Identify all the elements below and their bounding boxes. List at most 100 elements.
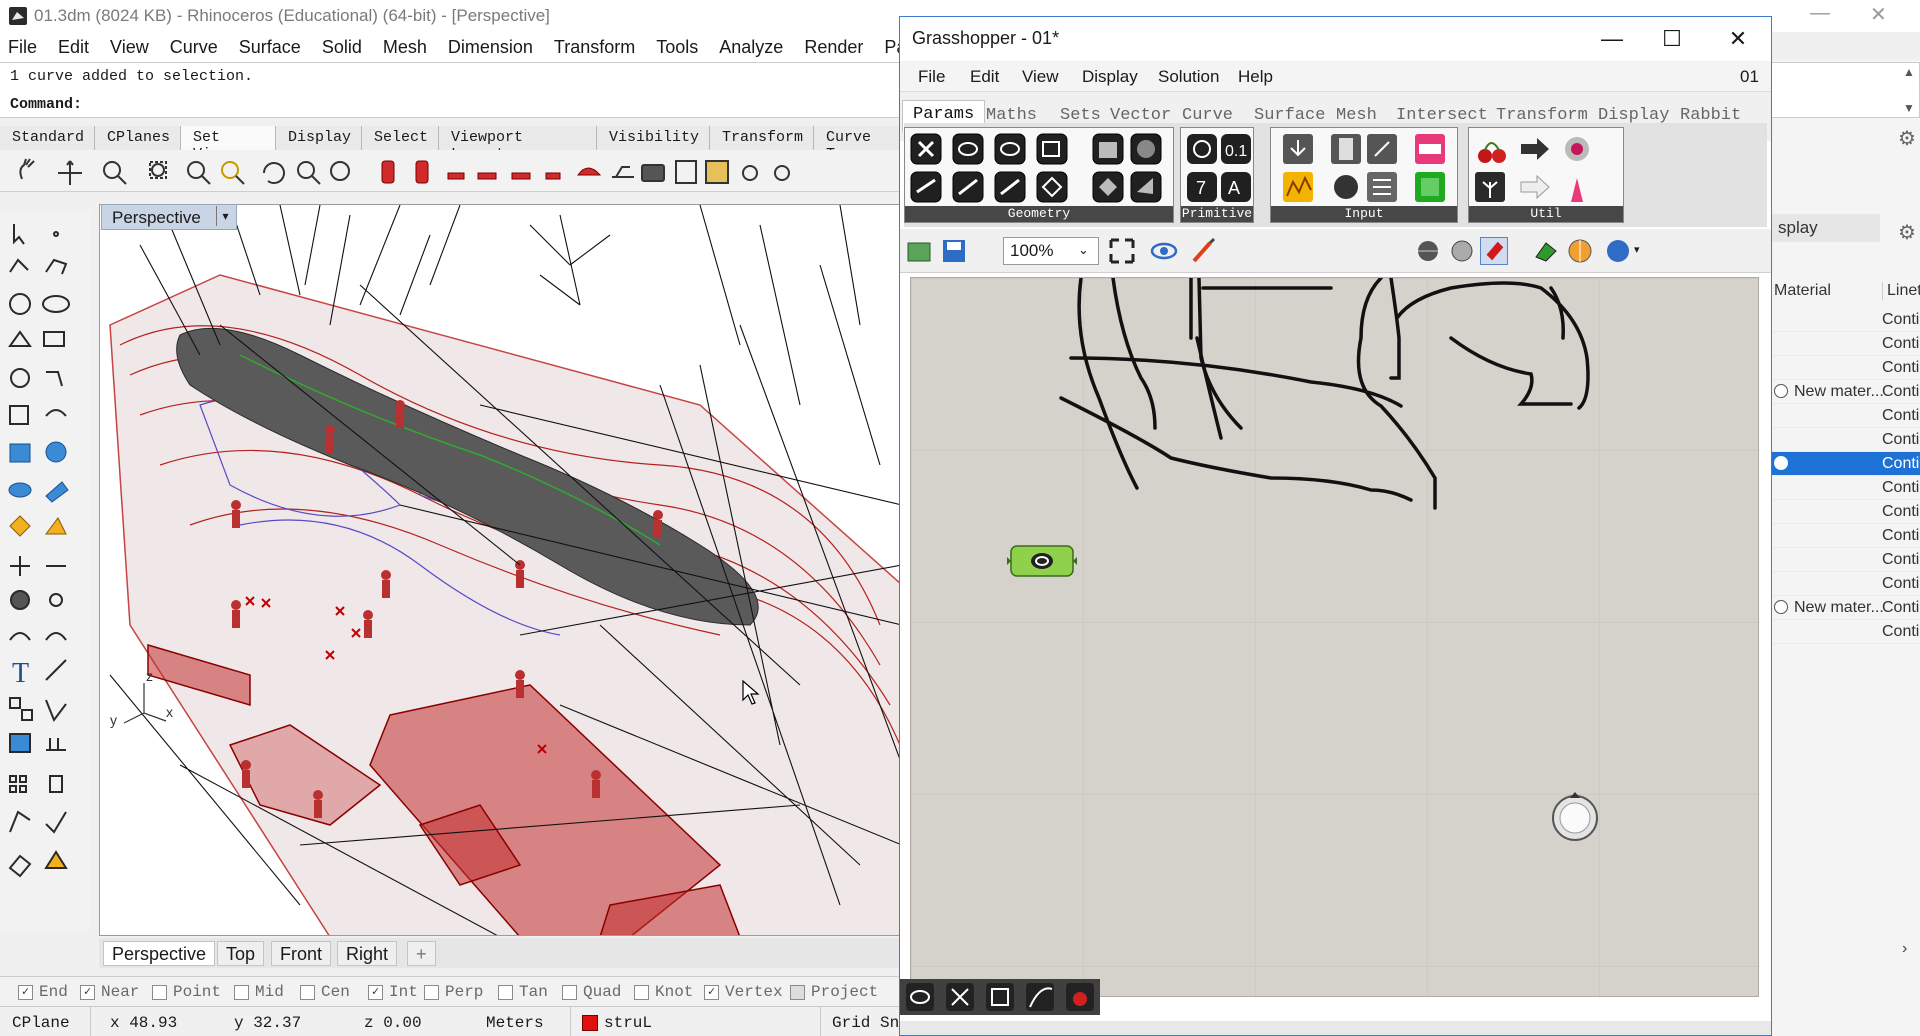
save-file-icon[interactable] [940,237,968,265]
vptab-front[interactable]: Front [271,941,332,966]
main-tool-icons[interactable]: T [4,220,88,930]
menu-view[interactable]: View [110,37,149,58]
menu-dimension[interactable]: Dimension [448,37,533,58]
tab-standard[interactable]: Standard [0,126,96,150]
minimize-icon[interactable]: — [1810,2,1830,25]
tab-curve-tools[interactable]: Curve T [814,126,900,163]
layer-row[interactable]: Contir [1770,428,1920,452]
view-tool-icons[interactable] [12,155,872,189]
gh-menu-file[interactable]: File [918,67,945,87]
material-swatch-icon[interactable] [1774,600,1788,614]
gh-canvas[interactable] [910,276,1760,998]
util-param-icons[interactable] [1473,132,1623,204]
menu-curve[interactable]: Curve [170,37,218,58]
layer-row[interactable]: Contir [1770,572,1920,596]
layer-row[interactable]: Contir [1770,476,1920,500]
osnap-knot[interactable]: Knot [634,983,693,1001]
layer-row[interactable]: Contir [1770,620,1920,644]
panel-gear-icon[interactable]: ⚙ [1898,126,1916,151]
gh-quick-tool-icons[interactable] [906,983,1096,1011]
layer-row[interactable]: Contir [1770,524,1920,548]
layer-row[interactable]: Contir [1770,332,1920,356]
header-material[interactable]: Material [1774,282,1831,300]
gh-minimize-button[interactable]: — [1592,25,1632,53]
gh-menu-help[interactable]: Help [1238,67,1273,87]
menu-mesh[interactable]: Mesh [383,37,427,58]
zoom-extents-icon[interactable] [1108,237,1136,265]
menu-edit[interactable]: Edit [58,37,89,58]
mesh-quality-icon[interactable] [1532,237,1560,265]
sphere-preview-icon[interactable] [1604,237,1632,265]
layer-row[interactable]: Contir [1770,404,1920,428]
vptab-right[interactable]: Right [337,941,398,966]
osnap-cen[interactable]: Cen [300,983,350,1001]
osnap-project[interactable]: Project [790,983,878,1001]
tab-visibility[interactable]: Visibility [597,126,710,150]
sphere-dropdown-icon[interactable]: ▾ [1634,243,1640,256]
command-prompt[interactable]: Command: [10,96,82,113]
panel-tab-display[interactable]: splay [1770,214,1880,242]
scroll-up-icon[interactable]: ▲ [1903,65,1915,79]
layer-row[interactable]: New mater...Contir [1770,596,1920,620]
tab-set-view[interactable]: Set View [181,126,276,163]
material-swatch-icon[interactable] [1774,384,1788,398]
status-cplane[interactable]: CPlane [12,1014,70,1032]
tab-viewport-layout[interactable]: Viewport Layout [439,126,597,163]
gh-close-button[interactable]: ✕ [1718,25,1758,53]
scroll-down-icon[interactable]: ▼ [1903,101,1915,115]
gh-menu-view[interactable]: View [1022,67,1059,87]
osnap-point[interactable]: Point [152,983,221,1001]
osnap-perp[interactable]: Perp [424,983,483,1001]
menu-render[interactable]: Render [804,37,863,58]
material-swatch-icon[interactable] [1774,456,1788,470]
osnap-mid[interactable]: Mid [234,983,284,1001]
gh-maximize-button[interactable]: ☐ [1652,25,1692,53]
menu-file[interactable]: File [8,37,37,58]
vptab-top[interactable]: Top [217,941,265,966]
tab-select[interactable]: Select [362,126,440,150]
layer-row[interactable]: Conti [1770,452,1920,476]
gh-menu-edit[interactable]: Edit [970,67,999,87]
tab-cplanes[interactable]: CPlanes [95,126,182,150]
status-layer[interactable]: struL [582,1014,652,1032]
preview-selected-icon[interactable] [1480,237,1508,265]
menu-transform[interactable]: Transform [554,37,635,58]
osnap-int[interactable]: ✓ Int [368,983,418,1001]
tab-display[interactable]: Display [276,126,363,150]
gh-menu-display[interactable]: Display [1082,67,1138,87]
layer-row[interactable]: Contir [1770,500,1920,524]
menu-surface[interactable]: Surface [239,37,301,58]
zoom-level-select[interactable]: 100% ⌄ [1003,237,1099,265]
panel-gear-icon-2[interactable]: ⚙ [1898,220,1916,245]
tab-transform[interactable]: Transform [710,126,815,150]
add-viewport-button[interactable]: + [407,941,436,966]
gh-menu-solution[interactable]: Solution [1158,67,1219,87]
preview-shaded-icon[interactable] [1448,237,1476,265]
display-color-icon[interactable] [1566,237,1594,265]
menu-solid[interactable]: Solid [322,37,362,58]
osnap-tan[interactable]: Tan [498,983,548,1001]
osnap-quad[interactable]: Quad [562,983,621,1001]
status-grid-snap[interactable]: Grid Sna [832,1014,909,1032]
gh-document-name[interactable]: 01 [1740,67,1759,87]
primitive-param-icons[interactable]: 0.1 7 A [1185,132,1253,204]
preview-eye-icon[interactable] [1150,237,1178,265]
menu-tools[interactable]: Tools [656,37,698,58]
close-icon[interactable]: ✕ [1870,2,1887,27]
menu-analyze[interactable]: Analyze [719,37,783,58]
preview-wireframe-icon[interactable] [1414,237,1442,265]
input-param-icons[interactable] [1275,132,1457,204]
open-file-icon[interactable] [906,237,934,265]
panel-scroll-right-icon[interactable]: › [1902,940,1907,958]
viewport-menu-arrow-icon[interactable]: ▾ [216,206,234,226]
header-linetype[interactable]: Linet [1882,282,1920,300]
layer-row[interactable]: Contir [1770,548,1920,572]
sketch-brush-icon[interactable] [1190,237,1218,265]
layer-row[interactable]: New mater...Contir [1770,380,1920,404]
vptab-perspective[interactable]: Perspective [103,941,216,966]
osnap-vertex[interactable]: ✓ Vertex [704,983,783,1001]
geometry-param-icons[interactable] [909,132,1171,204]
osnap-end[interactable]: ✓ End [18,983,68,1001]
layer-row[interactable]: Contir [1770,356,1920,380]
layer-row[interactable]: Contir [1770,308,1920,332]
